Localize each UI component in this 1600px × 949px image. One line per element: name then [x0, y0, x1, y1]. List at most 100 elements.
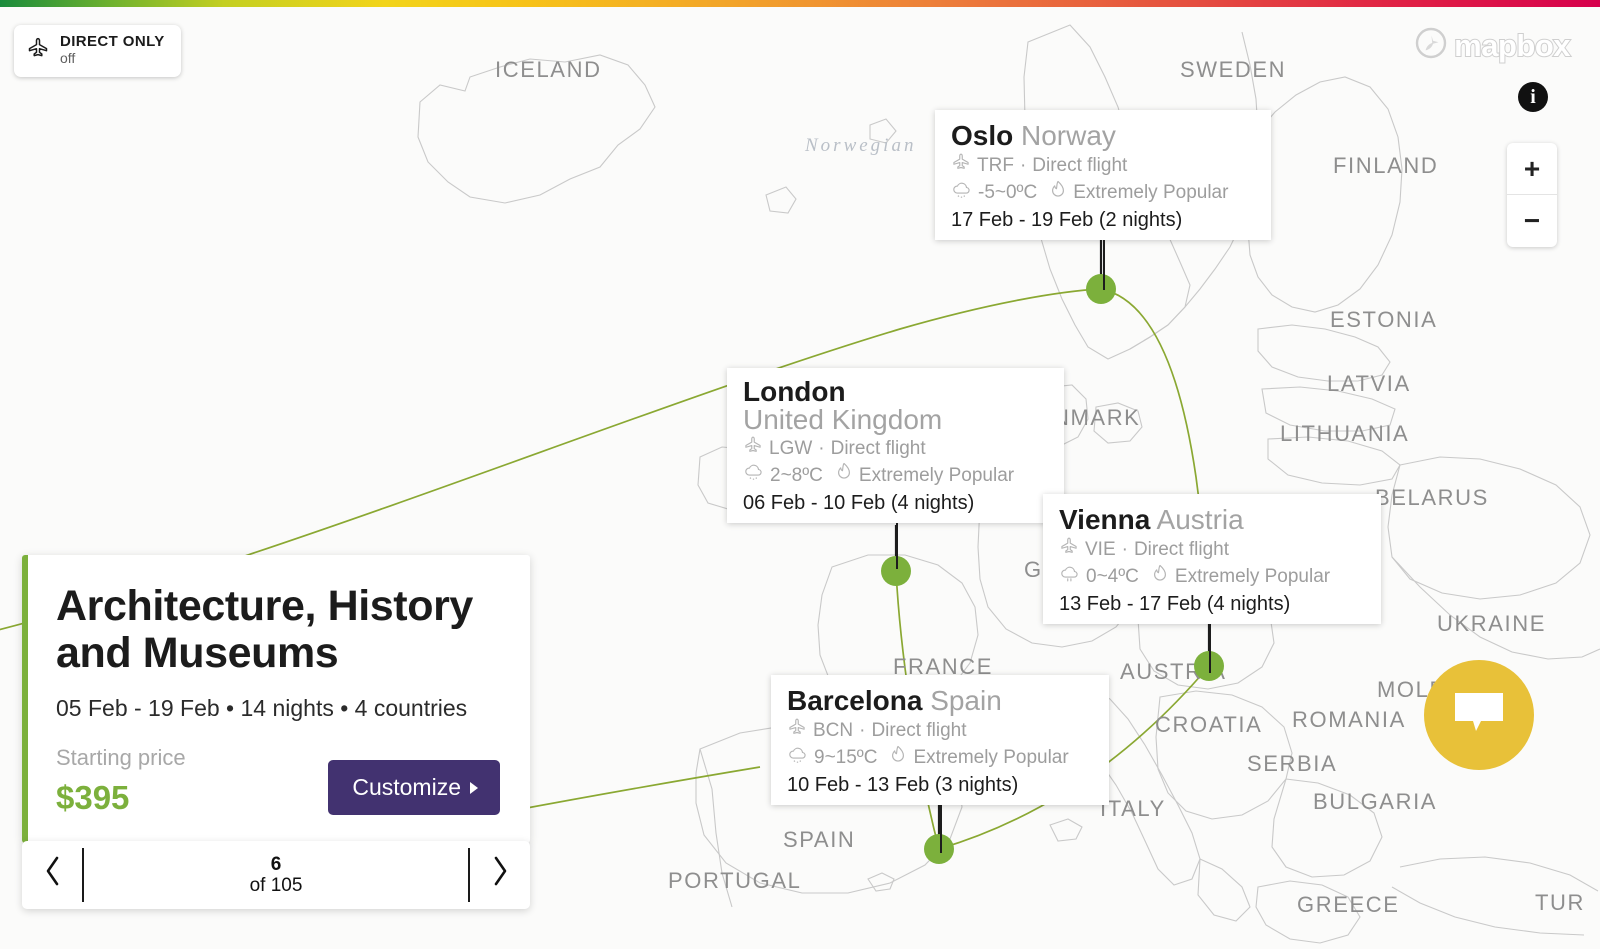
city-popup-london[interactable]: London United Kingdom LGW · Direct fligh… [727, 368, 1064, 569]
popup-temperature: 9~15ºC [814, 747, 878, 769]
popup-dates: 10 Feb - 13 Feb (3 nights) [787, 773, 1019, 796]
trip-meta: 05 Feb - 19 Feb • 14 nights • 4 countrie… [56, 694, 468, 721]
cloud-snow-icon [951, 180, 972, 207]
country-label-finland: FINLAND [1333, 153, 1439, 178]
trip-pagination[interactable]: 6 of 105 [22, 841, 530, 909]
popup-title: Oslo Norway [951, 120, 1255, 151]
popup-airport-code: LGW [769, 437, 813, 459]
popup-flight-type: Direct flight [1032, 154, 1128, 176]
flame-icon [1049, 180, 1067, 207]
popup-flight-row: LGW · Direct flight [743, 435, 1048, 462]
popup-weather-row: -5~0ºC Extremely Popular [951, 180, 1255, 207]
popup-title: Vienna Austria [1059, 504, 1365, 535]
country-label-latvia: LATVIA [1327, 371, 1411, 396]
popup-city-name: Vienna [1059, 504, 1151, 535]
popup-city-name: London [743, 376, 846, 407]
customize-button[interactable]: Customize [328, 759, 500, 815]
next-trip-button[interactable] [470, 841, 530, 909]
direct-only-state: off [60, 49, 76, 66]
mapbox-logo-icon [1415, 27, 1447, 64]
country-label-italy: ITALY [1100, 796, 1166, 821]
popup-country-name: Spain [930, 685, 1002, 716]
popup-weather-row: 0~4ºC Extremely Popular [1059, 564, 1365, 591]
sea-label-norwegian: Norwegian [805, 135, 917, 156]
popup-title: London United Kingdom [743, 378, 1048, 434]
chat-bubble-icon [1451, 689, 1507, 742]
cloud-rain-icon [1059, 564, 1080, 591]
zoom-in-button[interactable]: + [1507, 143, 1557, 195]
popup-popularity: Extremely Popular [1174, 566, 1331, 588]
flame-icon [889, 745, 907, 772]
popup-flight-type: Direct flight [830, 437, 926, 459]
map-info-button[interactable]: i [1518, 82, 1548, 112]
popup-flight-row: VIE · Direct flight [1059, 536, 1365, 563]
country-label-sweden: SWEDEN [1180, 57, 1287, 82]
popup-city-name: Oslo [951, 120, 1014, 151]
info-icon: i [1530, 85, 1536, 108]
popup-stem [895, 522, 898, 569]
chat-support-button[interactable] [1424, 660, 1534, 770]
popup-dates: 06 Feb - 10 Feb (4 nights) [743, 491, 975, 514]
country-label-portugal: PORTUGAL [668, 868, 802, 893]
popup-weather-row: 2~8ºC Extremely Popular [743, 462, 1048, 489]
popup-airport-code: VIE [1085, 538, 1116, 560]
country-label-denmark: NMARK [1053, 405, 1141, 430]
country-label-bulgaria: BULGARIA [1313, 789, 1438, 814]
popup-separator: · [859, 719, 866, 741]
country-label-spain: SPAIN [783, 827, 856, 852]
pager-total: of 105 [249, 875, 303, 896]
city-popup-barcelona[interactable]: Barcelona Spain BCN · Direct flight 9~15… [771, 675, 1109, 853]
direct-only-label: DIRECT ONLY [60, 33, 165, 50]
trip-summary-card[interactable]: Architecture, History and Museums 05 Feb… [22, 555, 530, 843]
country-label-greece: GREECE [1297, 892, 1400, 917]
popup-separator: · [1019, 154, 1027, 176]
popup-city-name: Barcelona [787, 685, 923, 716]
cloud-snow-icon [743, 462, 764, 489]
pager-count: 6 of 105 [84, 841, 468, 909]
trip-price-block: Starting price $395 Customize [56, 745, 500, 817]
airplane-icon [787, 717, 807, 744]
popup-airport-code: TRF [977, 154, 1014, 176]
airplane-icon [951, 152, 971, 179]
airplane-icon [1059, 536, 1079, 563]
popup-flight-row: TRF · Direct flight [951, 152, 1255, 179]
popup-temperature: 2~8ºC [770, 464, 823, 486]
country-label-iceland: ICELAND [495, 57, 602, 82]
city-popup-oslo[interactable]: Oslo Norway TRF · Direct flight -5~0ºC E… [935, 110, 1271, 290]
prev-trip-button[interactable] [22, 841, 82, 909]
popup-airport-code: BCN [813, 719, 854, 741]
cloud-snow-icon [787, 745, 808, 772]
country-label-romania: ROMANIA [1292, 707, 1406, 732]
popup-flight-row: BCN · Direct flight [787, 717, 1093, 744]
chevron-left-icon [43, 855, 62, 896]
popup-dates: 17 Feb - 19 Feb (2 nights) [951, 208, 1183, 231]
popup-separator: · [818, 437, 825, 459]
zoom-out-button[interactable]: − [1507, 195, 1557, 247]
customize-label: Customize [352, 773, 461, 800]
popup-title: Barcelona Spain [787, 685, 1093, 716]
mapbox-attribution[interactable]: mapbox [1415, 27, 1571, 64]
map-zoom-controls[interactable]: + − [1507, 143, 1557, 247]
direct-only-toggle[interactable]: DIRECT ONLY off [14, 25, 181, 77]
country-label-estonia: ESTONIA [1330, 307, 1438, 332]
brand-gradient-bar [0, 0, 1600, 7]
chevron-right-icon [491, 855, 510, 896]
popup-dates: 13 Feb - 17 Feb (4 nights) [1059, 592, 1291, 615]
airplane-icon [743, 435, 763, 462]
country-label-germany: G [1024, 557, 1043, 582]
popup-country-name: United Kingdom [743, 404, 943, 435]
city-popup-vienna[interactable]: Vienna Austria VIE · Direct flight 0~4ºC… [1043, 494, 1381, 673]
popup-stem [940, 804, 942, 853]
country-label-belarus: BELARUS [1375, 485, 1489, 510]
popup-popularity: Extremely Popular [858, 464, 1015, 486]
flame-icon [1151, 564, 1169, 591]
pager-current: 6 [270, 853, 282, 875]
country-label-ukraine: UKRAINE [1437, 611, 1546, 636]
popup-temperature: -5~0ºC [978, 182, 1038, 204]
popup-separator: · [1121, 538, 1128, 560]
popup-popularity: Extremely Popular [1073, 182, 1229, 204]
popup-weather-row: 9~15ºC Extremely Popular [787, 745, 1093, 772]
popup-country-name: Norway [1021, 120, 1116, 151]
mapbox-wordmark: mapbox [1453, 27, 1571, 64]
country-label-serbia: SERBIA [1247, 751, 1338, 776]
